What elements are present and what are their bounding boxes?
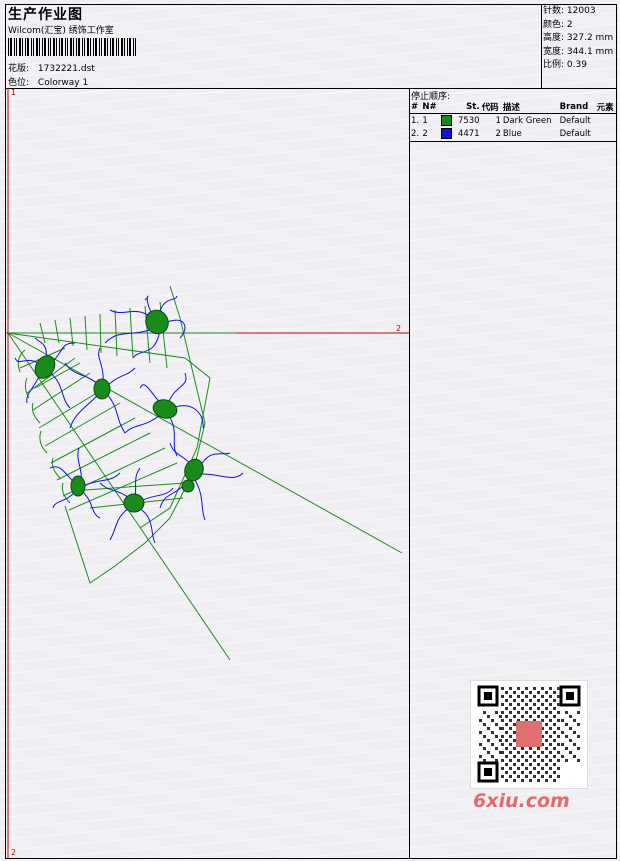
design-label: 花版: [8,64,30,74]
spider-body [93,378,111,400]
marker-top-left: 1 [11,88,17,97]
qr-code [470,680,588,789]
color-swatch [440,115,452,126]
row-code: 1 [495,115,501,126]
stitches-label: 针数: [543,6,565,16]
row-brand: Default [559,115,591,126]
row-brand: Default [559,128,591,139]
stitches-row: 针数: 12003 [543,5,613,19]
stats-panel: 针数: 12003 颜色: 2 高度: 327.2 mm 宽度: 344.1 m… [543,5,613,73]
col-header: 代码 [480,101,502,114]
row-code: 2 [495,128,501,139]
row-element [596,114,617,128]
row-n: 1 [422,115,428,126]
row-element [596,127,617,140]
colorway-row: 色位: Colorway 1 [8,75,88,88]
colorway-value: Colorway 1 [37,78,89,88]
color-swatch [440,128,452,139]
scale-row: 比例: 0.39 [543,59,613,73]
height-value: 327.2 mm [566,33,614,44]
barcode [8,38,136,56]
spider-body [70,475,86,497]
stop-sequence-table: # N# St. 代码 描述 Brand 元素 1. 1 7530 1 Dark… [410,101,617,140]
spider-body [184,458,204,482]
col-header: Brand [558,101,596,114]
sequence-divider [409,141,617,142]
design-row: 花版: 1732221.dst [8,61,95,74]
spider-body [152,399,178,419]
watermark-text: 6xiu.com [473,790,570,812]
colors-row: 颜色: 2 [543,19,613,33]
scale-label: 比例: [543,60,565,71]
page-title: 生产作业图 [8,7,83,23]
embroidery-design [5,88,409,859]
row-stitches: 4471 [457,128,480,139]
row-stitches: 7530 [457,115,480,126]
col-header [439,101,455,114]
height-row: 高度: 327.2 mm [543,32,613,46]
design-file: 1732221.dst [37,64,95,74]
table-row: 2. 2 4471 2 Blue Default [410,127,617,140]
colors-label: 颜色: [543,19,565,30]
spider-body [181,479,195,493]
width-value: 344.1 mm [566,46,614,57]
table-row: 1. 1 7530 1 Dark Green Default [410,114,617,128]
row-n: 2 [422,128,428,139]
col-header: 描述 [501,101,559,114]
row-num: 2. [411,128,420,139]
marker-bottom-left: 2 [11,848,17,857]
width-label: 宽度: [543,46,565,57]
sidebar-divider [409,88,410,859]
colorway-label: 色位: [8,78,30,88]
spider-body [123,493,145,513]
marker-right: 2 [396,324,402,333]
col-header: N# [421,101,440,114]
stop-sequence-header: # N# St. 代码 描述 Brand 元素 [410,101,617,114]
spider-web [7,285,403,661]
col-header: St. [454,101,481,114]
width-row: 宽度: 344.1 mm [543,46,613,60]
row-desc: Blue [502,128,522,139]
height-label: 高度: [543,33,565,44]
colors-value: 2 [566,19,573,30]
studio-name: Wilcom(汇宝) 绣饰工作室 [8,26,114,36]
scale-value: 0.39 [566,60,587,71]
row-desc: Dark Green [502,115,552,126]
stats-divider [541,4,542,88]
col-header: # [410,101,422,114]
row-num: 1. [411,115,420,126]
stitches-value: 12003 [566,6,596,16]
col-header: 元素 [595,101,617,114]
